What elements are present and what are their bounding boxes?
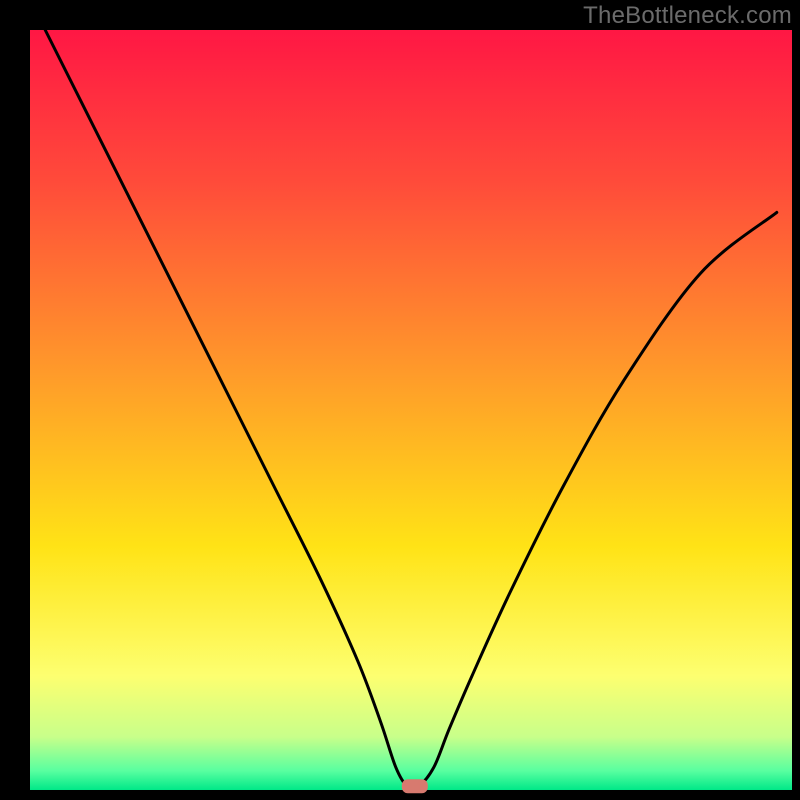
plot-background [30,30,792,790]
bottleneck-chart [0,0,800,800]
watermark-text: TheBottleneck.com [583,2,792,30]
chart-frame: TheBottleneck.com [0,0,800,800]
optimum-marker [402,779,428,793]
